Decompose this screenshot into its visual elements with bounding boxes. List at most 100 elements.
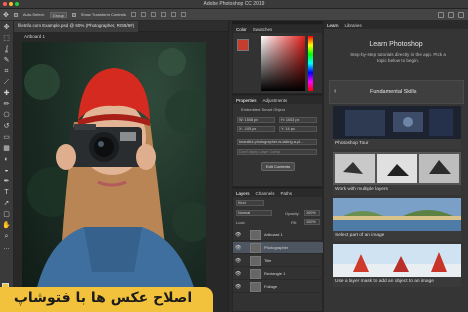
tutorial-card[interactable]: Work with multiple layers [333, 152, 461, 195]
more-tools-icon[interactable]: … [3, 244, 11, 252]
layer-row[interactable]: 👁 Title [233, 255, 324, 267]
tutorial-caption: Work with multiple layers [335, 187, 388, 192]
linked-file-field[interactable]: beautiful-photographer-is-taking-a-pi... [237, 139, 317, 145]
layers-panel-tabs: Layers Channels Paths [233, 189, 322, 197]
history-brush-icon[interactable]: ↺ [3, 123, 11, 131]
tab-adjustments[interactable]: Adjustments [263, 98, 288, 103]
visibility-eye-icon[interactable]: 👁 [235, 232, 241, 238]
photographer-image [24, 48, 206, 312]
marquee-icon[interactable]: ⬚ [3, 35, 11, 43]
lock-label: Lock: [236, 220, 246, 225]
canvas-photo[interactable] [22, 42, 206, 312]
tab-swatches[interactable]: Swatches [253, 27, 273, 32]
layer-thumbnail [250, 269, 261, 279]
overlay-caption: اصلاح عکس ها با فتوشاپ [13, 290, 193, 306]
tab-properties[interactable]: Properties [236, 98, 257, 103]
layer-row[interactable]: 👁 Rectangle 1 [233, 268, 324, 280]
layer-thumbnail [250, 243, 261, 253]
color-picker-field[interactable] [261, 36, 305, 91]
search-icon[interactable] [438, 11, 444, 18]
align-center-icon[interactable] [140, 12, 146, 17]
shape-icon[interactable]: ▢ [3, 211, 11, 219]
visibility-eye-icon[interactable]: 👁 [235, 258, 241, 264]
select-tutorial-thumbnail [333, 198, 461, 231]
zoom-icon[interactable]: ⌕ [3, 233, 11, 241]
edit-contents-button[interactable]: Edit Contents [261, 162, 295, 171]
tutorial-card[interactable]: Select part of an image [333, 198, 461, 241]
layers-panel: Layers Channels Paths Kind Normal Opacit… [232, 188, 324, 312]
document-tabs: fileInfo.com Example.psd @ 60% (Photogra… [14, 21, 228, 32]
learn-panel: Learn Libraries Learn Photoshop Step-by-… [323, 21, 468, 312]
align-top-icon[interactable] [160, 12, 166, 17]
topic-title: Fundamental Skills [370, 89, 417, 95]
x-field[interactable]: X: -105 px [237, 126, 275, 132]
layer-thumbnail [250, 256, 261, 266]
document-tab[interactable]: fileInfo.com Example.psd @ 60% (Photogra… [14, 21, 139, 32]
back-arrow-icon[interactable]: ‹ [334, 88, 336, 95]
path-select-icon[interactable]: ➚ [3, 200, 11, 208]
window-titlebar: Adobe Photoshop CC 2019 [0, 0, 468, 9]
blur-icon[interactable]: ◐ [3, 156, 11, 164]
smart-object-label: Embedded Smart Object [241, 107, 285, 112]
show-transform-checkbox[interactable] [71, 12, 76, 17]
pen-icon[interactable]: ✒ [3, 178, 11, 186]
current-color-swatch[interactable] [237, 39, 249, 51]
healing-icon[interactable]: ✚ [3, 90, 11, 98]
dodge-icon[interactable]: ◒ [3, 167, 11, 175]
align-left-icon[interactable] [130, 12, 136, 17]
visibility-eye-icon[interactable]: 👁 [235, 245, 241, 251]
move-icon[interactable]: ✥ [3, 24, 11, 32]
hand-icon[interactable]: ✋ [2, 222, 11, 230]
y-field[interactable]: Y: 14 px [279, 126, 317, 132]
visibility-eye-icon[interactable]: 👁 [235, 271, 241, 277]
workspace-icon[interactable] [448, 11, 454, 18]
layer-name: Foliage [264, 284, 278, 289]
tools-panel: ✥ ⬚ ʆ ✎ ⌗ ⟋ ✚ ✏ ⎔ ↺ ▭ ▦ ◐ ◒ ✒ T ➚ ▢ ✋ ⌕ … [0, 21, 14, 312]
overlay-banner: اصلاح عکس ها با فتوشاپ [0, 287, 213, 312]
align-middle-icon[interactable] [170, 12, 176, 17]
visibility-eye-icon[interactable]: 👁 [235, 284, 241, 290]
align-bottom-icon[interactable] [180, 12, 186, 17]
align-right-icon[interactable] [150, 12, 156, 17]
layer-comp-select[interactable]: Don't Apply Layer Comp [237, 149, 317, 155]
learn-panel-tabs: Learn Libraries [324, 21, 468, 29]
learn-title: Learn Photoshop [369, 41, 423, 48]
layer-name: Rectangle 1 [264, 271, 286, 276]
lasso-icon[interactable]: ʆ [3, 46, 11, 54]
show-transform-label: Show Transform Controls [80, 12, 126, 17]
hue-slider[interactable] [308, 36, 313, 91]
layer-name: Artboard 1 [264, 232, 283, 237]
tab-libraries[interactable]: Libraries [345, 23, 362, 28]
tab-layers[interactable]: Layers [236, 191, 250, 196]
height-field[interactable]: H: 1003 px [279, 117, 317, 123]
tab-paths[interactable]: Paths [281, 191, 293, 196]
auto-select-dropdown[interactable]: Group [49, 11, 67, 18]
layer-row[interactable]: 👁 Photographer [233, 242, 324, 254]
quick-select-icon[interactable]: ✎ [3, 57, 11, 65]
crop-icon[interactable]: ⌗ [3, 68, 11, 76]
layer-row[interactable]: 👁 Artboard 1 [233, 229, 324, 241]
width-field[interactable]: W: 1508 px [237, 117, 275, 123]
gradient-icon[interactable]: ▦ [3, 145, 11, 153]
tutorial-card[interactable]: Photoshop Tour [333, 106, 461, 149]
layer-filter-select[interactable]: Kind [236, 200, 264, 206]
fill-field[interactable]: 100% [304, 219, 320, 225]
tab-color[interactable]: Color [236, 27, 247, 32]
options-bar: ✥ Auto-Select: Group Show Transform Cont… [0, 9, 468, 21]
tab-channels[interactable]: Channels [256, 191, 275, 196]
tab-learn[interactable]: Learn [327, 23, 339, 28]
blend-mode-select[interactable]: Normal [236, 210, 272, 216]
layer-row[interactable]: 👁 Foliage [233, 281, 324, 293]
share-icon[interactable] [458, 11, 464, 18]
topic-header[interactable]: ‹ Fundamental Skills [329, 80, 464, 104]
type-icon[interactable]: T [3, 189, 11, 197]
opacity-field[interactable]: 100% [304, 210, 320, 216]
move-tool-icon[interactable]: ✥ [3, 11, 9, 19]
eraser-icon[interactable]: ▭ [3, 134, 11, 142]
tutorial-caption: Photoshop Tour [335, 141, 369, 146]
tutorial-card[interactable]: Use a layer mask to add an object to an … [333, 244, 461, 287]
brush-icon[interactable]: ✏ [3, 101, 11, 109]
stamp-icon[interactable]: ⎔ [3, 112, 11, 120]
auto-select-checkbox[interactable] [13, 12, 18, 17]
eyedropper-icon[interactable]: ⟋ [3, 79, 11, 87]
